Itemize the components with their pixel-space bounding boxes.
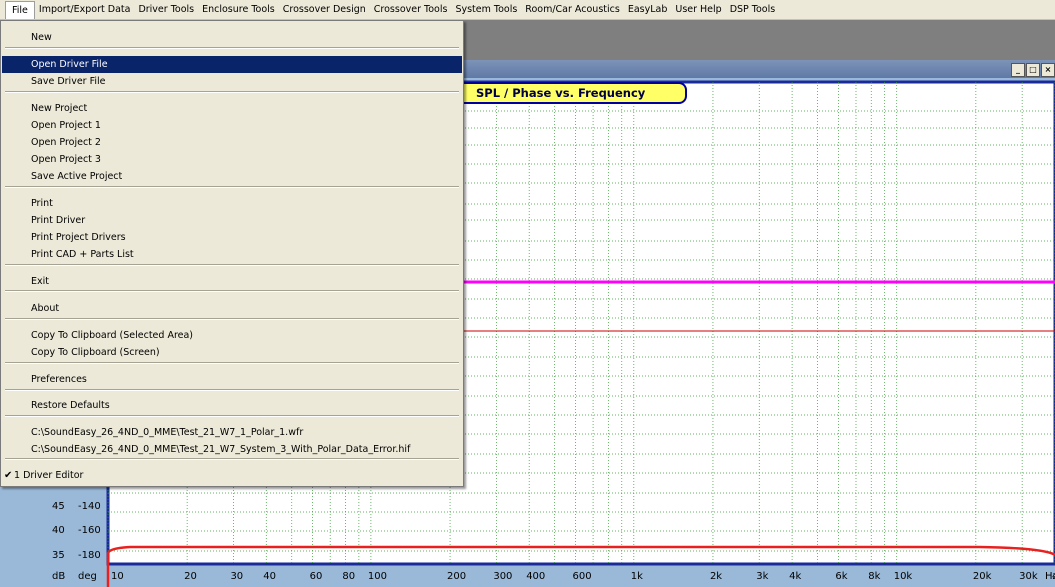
menu-item-print-driver[interactable]: Print Driver xyxy=(2,212,462,229)
y-unit-label-phase: deg xyxy=(78,571,97,582)
menu-item-open-project-2[interactable]: Open Project 2 xyxy=(2,134,462,151)
menu-item-print-project-drivers[interactable]: Print Project Drivers xyxy=(2,229,462,246)
menu-item-label: Open Project 2 xyxy=(31,137,101,148)
menu-item-label: Save Active Project xyxy=(31,171,123,182)
menu-item-restore-defaults[interactable]: Restore Defaults xyxy=(2,397,462,414)
y-tick-label-spl: 45 xyxy=(52,501,65,512)
menu-item-label: Print xyxy=(31,198,53,209)
menu-item-label: Print Driver xyxy=(31,215,86,226)
menu-bar: File Import/Export Data Driver Tools Enc… xyxy=(0,0,1055,20)
x-tick-label: 30k xyxy=(1019,571,1038,582)
menu-item-label: C:\SoundEasy_26_4ND_0_MME\Test_21_W7_Sys… xyxy=(31,444,411,455)
menu-separator xyxy=(5,264,459,266)
menu-separator xyxy=(5,91,459,93)
x-tick-label: 30 xyxy=(230,571,243,582)
menu-item-copy-clipboard-selected[interactable]: Copy To Clipboard (Selected Area) xyxy=(2,327,462,344)
menu-separator xyxy=(5,458,459,460)
menu-item-label: Open Project 1 xyxy=(31,120,101,131)
menu-item-print[interactable]: Print xyxy=(2,195,462,212)
menu-item-label: About xyxy=(31,303,60,314)
menu-separator xyxy=(5,186,459,188)
x-tick-label: 3k xyxy=(756,571,768,582)
x-unit-label: Hz xyxy=(1045,571,1055,582)
menu-item-label: Save Driver File xyxy=(31,76,106,87)
menu-file[interactable]: File xyxy=(5,0,35,19)
menu-separator xyxy=(5,47,459,49)
x-tick-label: 8k xyxy=(868,571,880,582)
menu-system-tools[interactable]: System Tools xyxy=(451,1,521,18)
menu-item-label: New xyxy=(31,32,52,43)
menu-item-driver-editor[interactable]: ✔ 1 Driver Editor xyxy=(2,467,462,484)
x-tick-label: 60 xyxy=(310,571,323,582)
x-tick-label: 600 xyxy=(572,571,591,582)
menu-item-label: Exit xyxy=(31,276,49,287)
x-tick-label: 4k xyxy=(789,571,801,582)
x-tick-label: 300 xyxy=(493,571,512,582)
y-tick-label-phase: -140 xyxy=(78,501,101,512)
menu-easylab[interactable]: EasyLab xyxy=(624,1,672,18)
x-tick-label: 80 xyxy=(342,571,355,582)
menu-item-open-project-3[interactable]: Open Project 3 xyxy=(2,151,462,168)
menu-crossover-design[interactable]: Crossover Design xyxy=(279,1,370,18)
x-tick-label: 1k xyxy=(631,571,643,582)
x-tick-label: 10k xyxy=(894,571,913,582)
menu-separator xyxy=(5,389,459,391)
menu-item-exit[interactable]: Exit xyxy=(2,273,462,290)
menu-item-label: C:\SoundEasy_26_4ND_0_MME\Test_21_W7_1_P… xyxy=(31,427,304,438)
menu-item-save-driver-file[interactable]: Save Driver File xyxy=(2,73,462,90)
y-unit-label-spl: dB xyxy=(52,571,65,582)
menu-item-label: New Project xyxy=(31,103,88,114)
menu-item-preferences[interactable]: Preferences xyxy=(2,371,462,388)
menu-crossover-tools[interactable]: Crossover Tools xyxy=(370,1,452,18)
menu-item-label: Open Project 3 xyxy=(31,154,101,165)
x-tick-label: 2k xyxy=(710,571,722,582)
menu-driver-tools[interactable]: Driver Tools xyxy=(134,1,198,18)
menu-item-label: Restore Defaults xyxy=(31,400,110,411)
menu-item-label: Copy To Clipboard (Screen) xyxy=(31,347,160,358)
menu-import-export[interactable]: Import/Export Data xyxy=(35,1,135,18)
menu-separator xyxy=(5,318,459,320)
x-tick-label: 100 xyxy=(368,571,387,582)
x-tick-label: 20 xyxy=(184,571,197,582)
menu-item-new-project[interactable]: New Project xyxy=(2,100,462,117)
menu-item-recent-file-2[interactable]: C:\SoundEasy_26_4ND_0_MME\Test_21_W7_Sys… xyxy=(2,441,462,458)
x-tick-label: 40 xyxy=(263,571,276,582)
menu-item-label: Preferences xyxy=(31,374,87,385)
file-menu-dropdown: New Open Driver File Save Driver File New P… xyxy=(0,20,464,487)
menu-item-copy-clipboard-screen[interactable]: Copy To Clipboard (Screen) xyxy=(2,344,462,361)
y-tick-label-spl: 35 xyxy=(52,550,65,561)
menu-item-save-active-project[interactable]: Save Active Project xyxy=(2,168,462,185)
menu-enclosure-tools[interactable]: Enclosure Tools xyxy=(198,1,279,18)
x-tick-label: 20k xyxy=(973,571,992,582)
menu-item-open-driver-file[interactable]: Open Driver File xyxy=(2,56,462,73)
menu-item-label: 1 Driver Editor xyxy=(14,470,84,481)
menu-item-label: Copy To Clipboard (Selected Area) xyxy=(31,330,194,341)
menu-user-help[interactable]: User Help xyxy=(671,1,725,18)
menu-separator xyxy=(5,362,459,364)
x-tick-label: 200 xyxy=(447,571,466,582)
x-tick-label: 400 xyxy=(526,571,545,582)
menu-item-open-project-1[interactable]: Open Project 1 xyxy=(2,117,462,134)
x-tick-label: 6k xyxy=(835,571,847,582)
menu-dsp-tools[interactable]: DSP Tools xyxy=(726,1,780,18)
chart-title: SPL / Phase vs. Frequency xyxy=(462,82,688,104)
y-tick-label-phase: -180 xyxy=(78,550,101,561)
menu-item-label: Open Driver File xyxy=(31,59,108,70)
y-tick-label-phase: -160 xyxy=(78,525,101,536)
x-tick-label: 10 xyxy=(111,571,124,582)
menu-item-recent-file-1[interactable]: C:\SoundEasy_26_4ND_0_MME\Test_21_W7_1_P… xyxy=(2,424,462,441)
menu-separator xyxy=(5,415,459,417)
menu-item-label: Print CAD + Parts List xyxy=(31,249,134,260)
checkmark-icon: ✔ xyxy=(4,470,13,481)
menu-item-print-cad-parts-list[interactable]: Print CAD + Parts List xyxy=(2,246,462,263)
y-tick-label-spl: 40 xyxy=(52,525,65,536)
menu-item-about[interactable]: About xyxy=(2,300,462,317)
menu-item-new[interactable]: New xyxy=(2,29,462,46)
menu-item-label: Print Project Drivers xyxy=(31,232,126,243)
menu-separator xyxy=(5,290,459,292)
menu-room-car-acoustics[interactable]: Room/Car Acoustics xyxy=(521,1,624,18)
